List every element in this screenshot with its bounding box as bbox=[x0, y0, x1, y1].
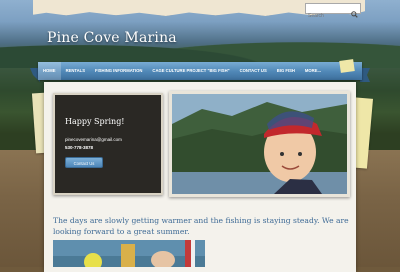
nav-item-cage-culture-project[interactable]: CAGE CULTURE PROJECT "BIG FISH" bbox=[147, 62, 234, 80]
nav-item-contact-us[interactable]: CONTACT US bbox=[235, 62, 272, 80]
search-icon[interactable] bbox=[351, 5, 358, 23]
nav-item-rentals[interactable]: RENTALS bbox=[61, 62, 90, 80]
child-at-lake-image bbox=[172, 94, 347, 194]
hero-photo bbox=[169, 91, 350, 197]
kids-fishing-image bbox=[53, 240, 205, 267]
nav-item-big-fish[interactable]: BIG FISH bbox=[272, 62, 300, 80]
contact-email[interactable]: pinecovemarina@gmail.com bbox=[65, 137, 122, 142]
intro-box: Happy Spring! pinecovemarina@gmail.com 5… bbox=[53, 93, 163, 195]
nav-item-home[interactable]: HOME bbox=[38, 62, 61, 80]
intro-paragraph: The days are slowly getting warmer and t… bbox=[53, 216, 349, 236]
contact-phone: 530-778-3878 bbox=[65, 145, 94, 150]
main-navigation: HOME RENTALS FISHING INFORMATION CAGE CU… bbox=[38, 62, 362, 80]
search-box[interactable] bbox=[305, 3, 361, 21]
search-input[interactable] bbox=[306, 11, 354, 21]
decorative-note bbox=[339, 59, 355, 73]
contact-us-button[interactable]: Contact Us bbox=[65, 157, 103, 168]
secondary-photo bbox=[53, 240, 205, 267]
nav-item-more[interactable]: MORE... bbox=[300, 62, 326, 80]
intro-heading: Happy Spring! bbox=[65, 117, 125, 126]
site-title[interactable]: Pine Cove Marina bbox=[47, 30, 177, 46]
nav-item-fishing-information[interactable]: FISHING INFORMATION bbox=[90, 62, 147, 80]
